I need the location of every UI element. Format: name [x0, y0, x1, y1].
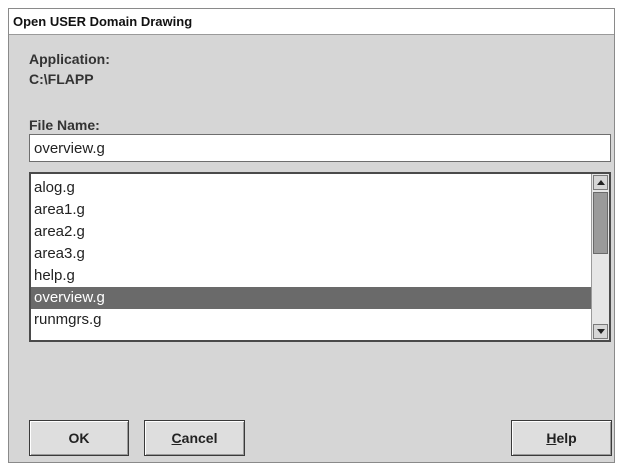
cancel-mnemonic: C — [171, 430, 182, 446]
list-item[interactable]: area2.g — [31, 221, 591, 243]
scroll-thumb[interactable] — [593, 192, 608, 254]
file-name-label: File Name: — [29, 117, 100, 133]
list-item[interactable]: area1.g — [31, 199, 591, 221]
file-listbox[interactable]: alog.g area1.g area2.g area3.g help.g overvie… — [29, 172, 611, 342]
file-list-scrollbar[interactable] — [591, 174, 609, 340]
dialog-title: Open USER Domain Drawing — [9, 9, 614, 35]
list-item[interactable]: area3.g — [31, 243, 591, 265]
list-item[interactable]: runmgrs.g — [31, 309, 591, 331]
help-button[interactable]: Help — [511, 420, 612, 456]
ok-button[interactable]: OK — [29, 420, 129, 456]
arrow-up-icon — [597, 180, 605, 185]
application-label: Application: — [29, 51, 110, 67]
open-drawing-dialog: Open USER Domain Drawing Application: C:… — [8, 8, 615, 463]
scroll-up-button[interactable] — [593, 175, 608, 190]
help-mnemonic: H — [546, 430, 557, 446]
file-name-input[interactable] — [29, 134, 611, 162]
list-item[interactable]: alog.g — [31, 177, 591, 199]
file-list-items: alog.g area1.g area2.g area3.g help.g overvie… — [31, 177, 591, 331]
help-label-rest: elp — [556, 430, 577, 446]
scroll-down-button[interactable] — [593, 324, 608, 339]
list-item[interactable]: help.g — [31, 265, 591, 287]
arrow-down-icon — [597, 329, 605, 334]
application-value: C:\FLAPP — [29, 71, 94, 87]
cancel-label-rest: ancel — [181, 430, 218, 446]
cancel-button[interactable]: Cancel — [144, 420, 245, 456]
list-item[interactable]: overview.g — [31, 287, 591, 309]
